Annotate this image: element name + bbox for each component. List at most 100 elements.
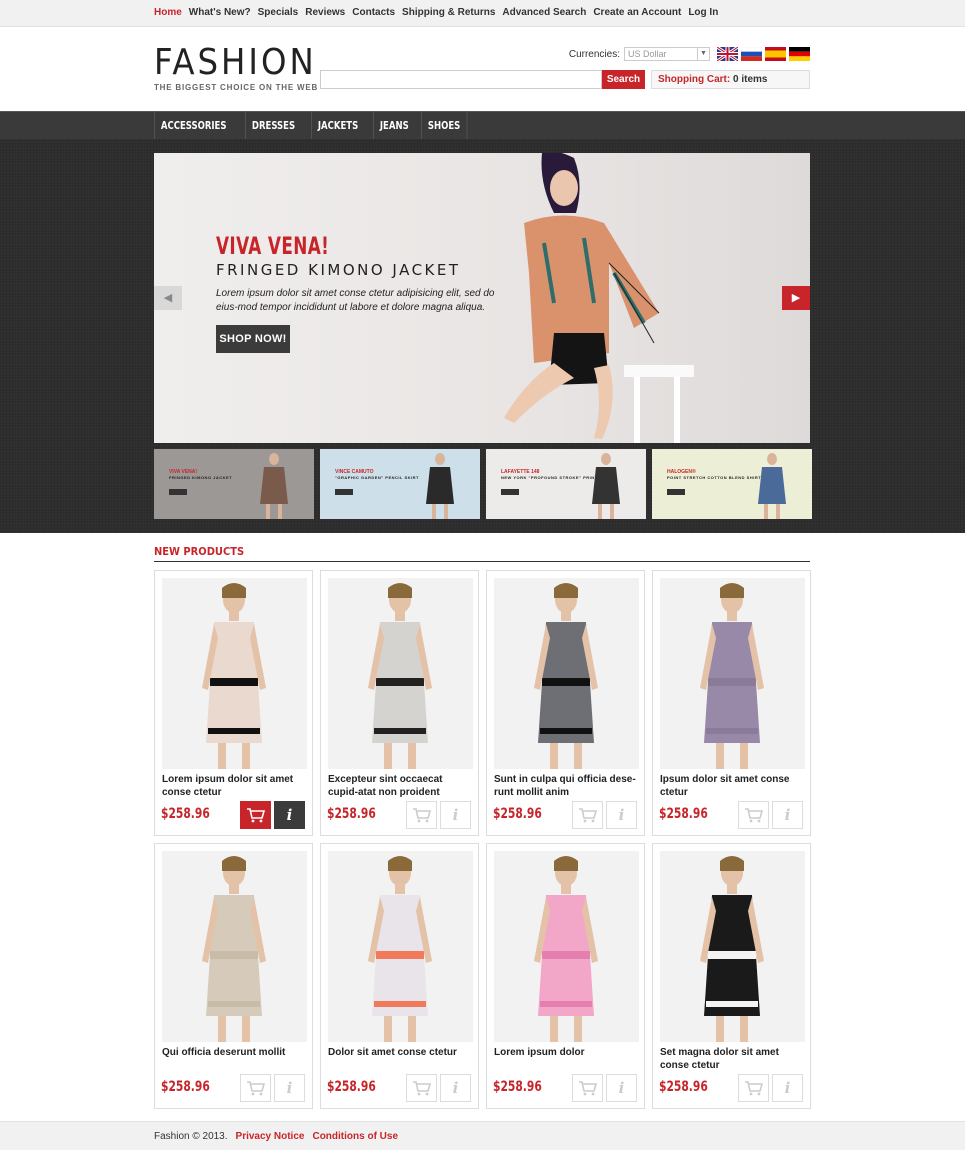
germany-flag-icon[interactable] <box>789 47 810 61</box>
product-image[interactable] <box>660 851 805 1042</box>
product-card[interactable]: Qui officia deserunt mollit $258.96 i <box>154 843 313 1109</box>
conditions-of-use-link[interactable]: Conditions of Use <box>312 1131 398 1142</box>
product-image[interactable] <box>494 851 639 1042</box>
product-card[interactable]: Lorem ipsum dolor sit amet conse ctetur $… <box>154 570 313 836</box>
privacy-notice-link[interactable]: Privacy Notice <box>236 1131 305 1142</box>
product-card[interactable]: Dolor sit amet conse ctetur $258.96 i <box>320 843 479 1109</box>
add-to-cart-button[interactable] <box>240 801 271 829</box>
top-navigation: Home What's New? Specials Reviews Contacts Sh… <box>154 0 810 18</box>
product-title[interactable]: Dolor sit amet conse ctetur <box>328 1046 473 1059</box>
new-products-section: NEW PRODUCTS Lorem ipsum dolor sit amet … <box>154 545 811 1109</box>
topnav-link-reviews[interactable]: Reviews <box>305 7 345 18</box>
language-flags <box>717 47 810 61</box>
slider-thumbnails: VIVA VENA! FRINGED KIMONO JACKET VINCE CAM… <box>154 449 965 519</box>
thumbnail-button <box>667 489 685 495</box>
topnav-link-log-in[interactable]: Log In <box>688 7 718 18</box>
search-button[interactable]: Search <box>602 70 645 89</box>
topnav-link-what-s-new-[interactable]: What's New? <box>189 7 251 18</box>
slider-prev-button[interactable]: ◀ <box>154 286 182 310</box>
product-model-image <box>700 856 764 1042</box>
product-card[interactable]: Set magna dolor sit amet conse ctetur $25… <box>652 843 811 1109</box>
logo[interactable]: FASHION THE BIGGEST CHOICE ON THE WEB <box>154 45 318 93</box>
slider-thumbnail[interactable]: HALOGEN® POINT STRETCH COTTON BLEND SHIRT <box>652 449 812 519</box>
info-icon: i <box>286 806 293 824</box>
hero-title: VIVA VENA! <box>216 232 330 260</box>
product-info-button[interactable]: i <box>606 1074 637 1102</box>
product-image[interactable] <box>162 851 307 1042</box>
shop-now-button[interactable]: SHOP NOW! <box>216 325 290 353</box>
menu-item-accessories[interactable]: Accessories <box>154 112 233 139</box>
topnav-link-create-an-account[interactable]: Create an Account <box>593 7 681 18</box>
menu-item-dresses[interactable]: Dresses <box>245 112 301 139</box>
product-image[interactable] <box>162 578 307 769</box>
top-bar: Home What's New? Specials Reviews Contacts Sh… <box>0 0 965 27</box>
add-to-cart-button[interactable] <box>240 1074 271 1102</box>
info-icon: i <box>784 1079 791 1097</box>
product-info-button[interactable]: i <box>440 1074 471 1102</box>
topnav-link-specials[interactable]: Specials <box>258 7 299 18</box>
shopping-cart[interactable]: Shopping Cart: 0 items <box>651 70 810 89</box>
product-image[interactable] <box>660 578 805 769</box>
slider-thumbnail[interactable]: VINCE CAMUTO "GRAPHIC GARDEN" PENCIL SKIR… <box>320 449 480 519</box>
add-to-cart-button[interactable] <box>738 1074 769 1102</box>
slider-thumbnail[interactable]: VIVA VENA! FRINGED KIMONO JACKET <box>154 449 314 519</box>
product-price: $258.96 <box>493 806 542 822</box>
product-actions: i <box>240 801 305 829</box>
uk-flag-icon[interactable] <box>717 47 738 61</box>
info-icon: i <box>286 1079 293 1097</box>
product-card[interactable]: Lorem ipsum dolor $258.96 i <box>486 843 645 1109</box>
product-info-button[interactable]: i <box>772 801 803 829</box>
add-to-cart-button[interactable] <box>572 801 603 829</box>
product-info-button[interactable]: i <box>440 801 471 829</box>
product-card[interactable]: Excepteur sint occaecat cupid-atat non p… <box>320 570 479 836</box>
info-icon: i <box>452 1079 459 1097</box>
thumbnail-subtitle: FRINGED KIMONO JACKET <box>169 475 233 480</box>
header: FASHION THE BIGGEST CHOICE ON THE WEB Cu… <box>154 27 810 111</box>
hero-slide[interactable]: VIVA VENA! FRINGED KIMONO JACKET Lorem i… <box>154 153 810 443</box>
product-title[interactable]: Lorem ipsum dolor <box>494 1046 639 1059</box>
chevron-down-icon: ▼ <box>697 48 709 60</box>
topnav-link-home[interactable]: Home <box>154 7 182 18</box>
product-title[interactable]: Ipsum dolor sit amet conse ctetur <box>660 773 805 799</box>
menu-item-jackets[interactable]: Jackets <box>310 112 364 139</box>
menu-item-jeans[interactable]: Jeans <box>372 112 415 139</box>
currency-select[interactable]: US Dollar ▼ <box>624 47 710 61</box>
product-model-image <box>368 583 432 769</box>
product-info-button[interactable]: i <box>274 801 305 829</box>
topnav-link-advanced-search[interactable]: Advanced Search <box>502 7 586 18</box>
product-model-image <box>202 583 266 769</box>
product-actions: i <box>738 1074 803 1102</box>
product-title[interactable]: Set magna dolor sit amet conse ctetur <box>660 1046 805 1072</box>
thumbnail-model-image <box>758 453 786 519</box>
product-info-button[interactable]: i <box>772 1074 803 1102</box>
product-info-button[interactable]: i <box>606 801 637 829</box>
menu-item-shoes[interactable]: Shoes <box>421 112 468 139</box>
product-card[interactable]: Ipsum dolor sit amet conse ctetur $258.96… <box>652 570 811 836</box>
info-icon: i <box>784 806 791 824</box>
add-to-cart-button[interactable] <box>406 1074 437 1102</box>
thumbnail-model-image <box>260 453 288 519</box>
spain-flag-icon[interactable] <box>765 47 786 61</box>
product-actions: i <box>406 1074 471 1102</box>
product-title[interactable]: Qui officia deserunt mollit <box>162 1046 307 1059</box>
add-to-cart-button[interactable] <box>572 1074 603 1102</box>
add-to-cart-button[interactable] <box>738 801 769 829</box>
product-image[interactable] <box>328 578 473 769</box>
product-title[interactable]: Sunt in culpa qui officia dese-runt moll… <box>494 773 639 799</box>
product-info-button[interactable]: i <box>274 1074 305 1102</box>
product-grid: Lorem ipsum dolor sit amet conse ctetur $… <box>154 570 811 1109</box>
slider-thumbnail[interactable]: LAFAYETTE 148 NEW YORK "PROFOUND STROKE" … <box>486 449 646 519</box>
product-title[interactable]: Lorem ipsum dolor sit amet conse ctetur <box>162 773 307 799</box>
slider-next-button[interactable]: ▶ <box>782 286 810 310</box>
search-input[interactable] <box>320 70 602 89</box>
topnav-link-contacts[interactable]: Contacts <box>352 7 395 18</box>
hero-band: VIVA VENA! FRINGED KIMONO JACKET Lorem i… <box>0 139 965 533</box>
product-image[interactable] <box>494 578 639 769</box>
footer: Fashion © 2013. Privacy Notice Condition… <box>0 1121 965 1150</box>
product-card[interactable]: Sunt in culpa qui officia dese-runt moll… <box>486 570 645 836</box>
russia-flag-icon[interactable] <box>741 47 762 61</box>
add-to-cart-button[interactable] <box>406 801 437 829</box>
product-title[interactable]: Excepteur sint occaecat cupid-atat non p… <box>328 773 473 799</box>
product-image[interactable] <box>328 851 473 1042</box>
topnav-link-shipping-returns[interactable]: Shipping & Returns <box>402 7 495 18</box>
